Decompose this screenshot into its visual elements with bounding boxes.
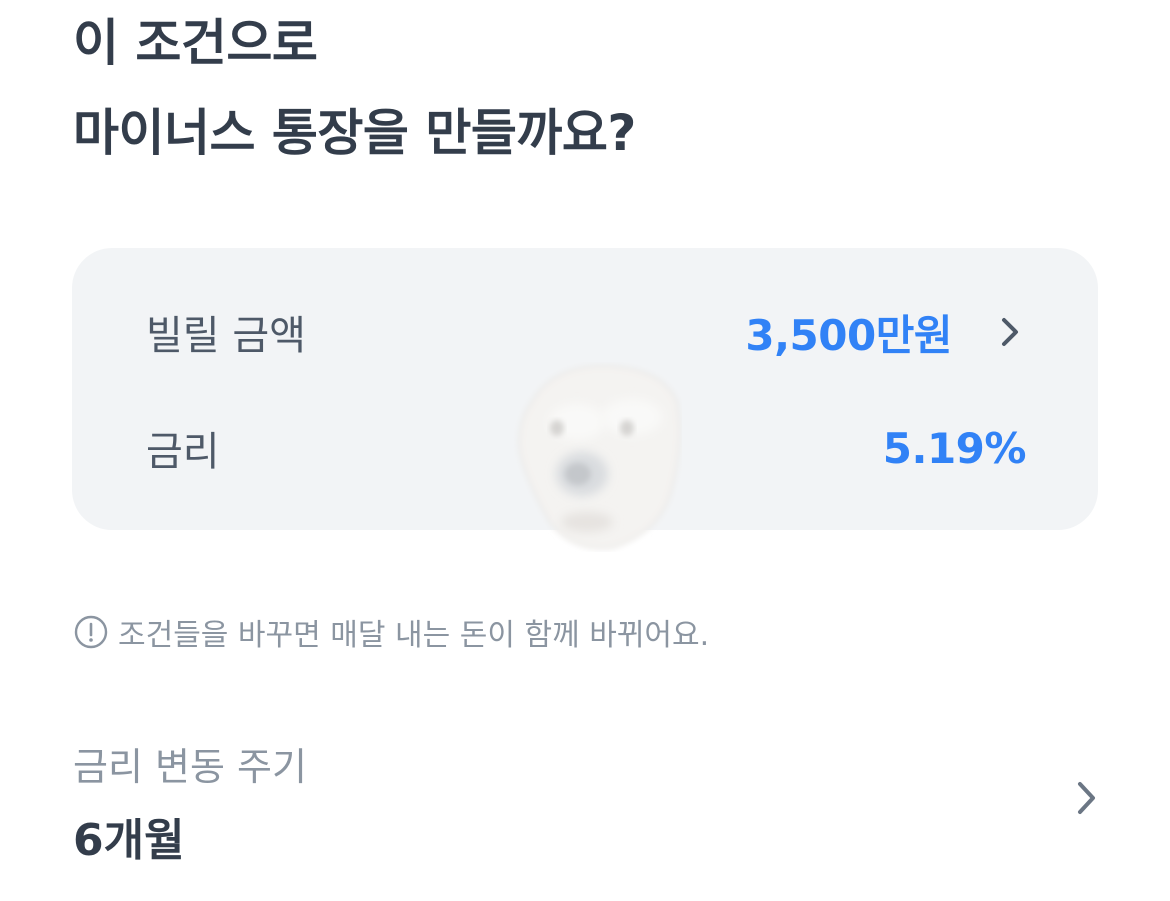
condition-notice: 조건들을 바꾸면 매달 내는 돈이 함께 바뀌어요.	[74, 608, 709, 656]
notice-text: 조건들을 바꾸면 매달 내는 돈이 함께 바뀌어요.	[118, 618, 710, 653]
rate-change-period-value: 6개월	[73, 815, 185, 866]
rate-change-period-row[interactable]: 금리 변동 주기 6개월	[73, 728, 1103, 868]
interest-rate-label: 금리	[146, 429, 220, 475]
dog-face-sticker-icon	[512, 362, 682, 552]
loan-amount-value: 3,500만원	[745, 310, 952, 360]
loan-amount-row[interactable]: 빌릴 금액 3,500만원	[146, 292, 1026, 372]
rate-change-period-label: 금리 변동 주기	[73, 745, 307, 789]
page-title-line-2: 마이너스 통장을 만들까요?	[73, 104, 636, 162]
chevron-right-icon	[1069, 778, 1103, 818]
page-title-line-1: 이 조건으로	[73, 14, 318, 72]
info-circle-icon	[74, 615, 108, 649]
loan-amount-label: 빌릴 금액	[146, 313, 306, 359]
interest-rate-value: 5.19%	[882, 423, 1027, 473]
page-title: 이 조건으로 마이너스 통장을 만들까요?	[73, 0, 636, 178]
chevron-right-icon	[992, 315, 1026, 349]
